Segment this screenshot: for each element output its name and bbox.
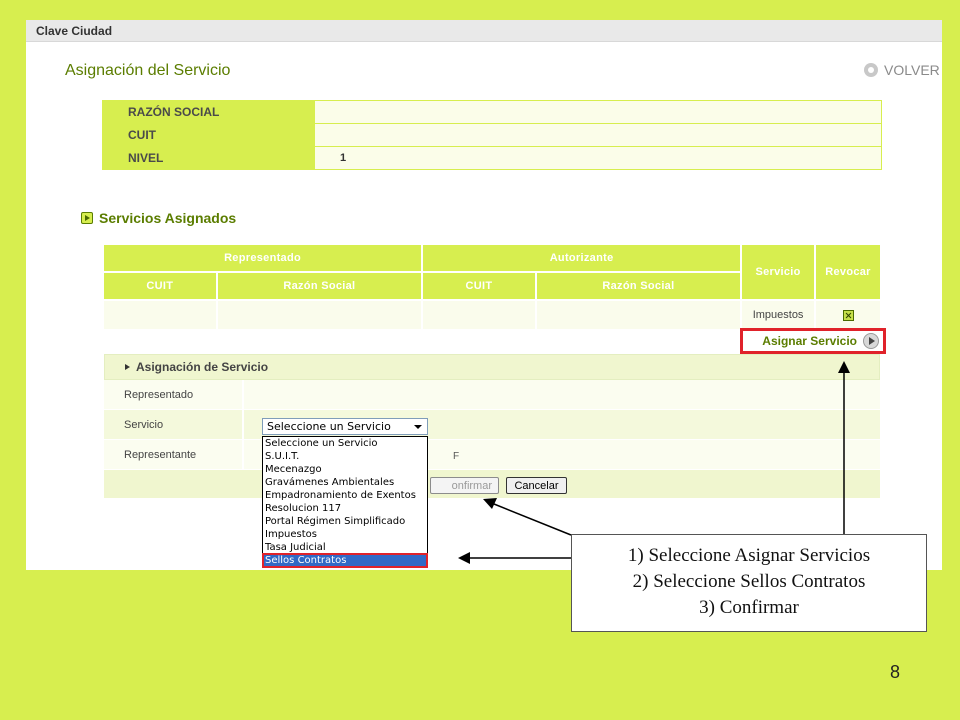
- back-button[interactable]: VOLVER: [864, 62, 940, 78]
- revoke-x-icon[interactable]: [842, 309, 854, 321]
- back-label: VOLVER: [884, 62, 940, 78]
- form-row-representante: Representante: [104, 440, 880, 470]
- col-header-rep-cuit: CUIT: [102, 271, 218, 301]
- dropdown-option[interactable]: Mecenazgo: [263, 463, 427, 476]
- cell-rep-cuit: [102, 299, 218, 331]
- assign-service-label: Asignar Servicio: [762, 334, 857, 348]
- col-header-authorizer: Autorizante: [421, 243, 743, 273]
- col-header-represented: Representado: [101, 243, 424, 273]
- dropdown-option[interactable]: Gravámenes Ambientales: [263, 476, 427, 489]
- instruction-step: 2) Seleccione Sellos Contratos: [632, 571, 866, 592]
- table-header-row: Representado Autorizante Servicio Revoca…: [101, 243, 882, 301]
- col-header-aut-cuit: CUIT: [421, 271, 537, 301]
- instructions-box: 1) Seleccione Asignar Servicios 2) Selec…: [571, 534, 927, 632]
- form-header[interactable]: Asignación de Servicio: [104, 354, 880, 380]
- form-label: Servicio: [104, 410, 244, 439]
- form-row-servicio: Servicio: [104, 410, 880, 440]
- cell-rep-razon: [215, 299, 424, 331]
- representante-value-fragment: F: [453, 451, 460, 462]
- service-select-value: Seleccione un Servicio: [267, 420, 391, 433]
- info-row-cuit: CUIT: [102, 123, 882, 147]
- col-header-rep-razon: Razón Social: [215, 271, 424, 301]
- form-label: Representante: [104, 440, 244, 469]
- form-label: Representado: [104, 380, 244, 409]
- slide-number: 8: [890, 662, 901, 682]
- form-row-representado: Representado: [104, 380, 880, 410]
- info-value: [314, 123, 882, 147]
- instruction-step: 1) Seleccione Asignar Servicios: [627, 545, 871, 566]
- page-title: Asignación del Servicio: [65, 62, 231, 79]
- service-select[interactable]: Seleccione un Servicio: [262, 418, 428, 435]
- expand-triangle-icon: [125, 364, 130, 370]
- info-row-nivel: NIVEL 1: [102, 146, 882, 170]
- back-circle-icon: [864, 63, 878, 77]
- section-label: Servicios Asignados: [99, 210, 237, 226]
- info-value: 1: [314, 146, 882, 170]
- arrow-box-icon: [81, 212, 93, 224]
- dropdown-option[interactable]: Seleccione un Servicio: [263, 437, 427, 450]
- cell-service: Impuestos: [740, 299, 817, 331]
- col-header-aut-razon: Razón Social: [534, 271, 743, 301]
- assigned-services-table: Representado Autorizante Servicio Revoca…: [101, 243, 882, 331]
- confirm-button[interactable]: onfirmar: [430, 477, 499, 494]
- chevron-down-icon: [414, 425, 422, 429]
- info-value: [314, 100, 882, 124]
- dropdown-option[interactable]: Empadronamiento de Exentos: [263, 489, 427, 502]
- service-dropdown-list: Seleccione un Servicio S.U.I.T. Mecenazg…: [262, 436, 428, 568]
- info-row-razon-social: RAZÓN SOCIAL: [102, 100, 882, 124]
- app-header: Clave Ciudad: [26, 20, 942, 42]
- dropdown-option[interactable]: S.U.I.T.: [263, 450, 427, 463]
- section-title-assigned-services: Servicios Asignados: [81, 210, 236, 226]
- info-label: CUIT: [102, 123, 315, 147]
- dropdown-option[interactable]: Tasa Judicial: [263, 541, 427, 554]
- app-title: Clave Ciudad: [36, 24, 113, 38]
- dropdown-option[interactable]: Impuestos: [263, 528, 427, 541]
- info-label: NIVEL: [102, 146, 315, 170]
- table-row: Impuestos: [102, 299, 882, 331]
- assign-service-button[interactable]: Asignar Servicio: [740, 328, 886, 354]
- col-header-service: Servicio: [740, 243, 817, 301]
- col-header-revoke: Revocar: [814, 243, 882, 301]
- play-arrow-icon: [863, 333, 879, 349]
- dropdown-option[interactable]: Portal Régimen Simplificado: [263, 515, 427, 528]
- form-value: [244, 380, 880, 409]
- cell-aut-razon: [534, 299, 743, 331]
- cancel-button[interactable]: Cancelar: [506, 477, 567, 494]
- instruction-step: 3) Confirmar: [699, 597, 799, 618]
- dropdown-option[interactable]: Resolucion 117: [263, 502, 427, 515]
- entity-info-table: RAZÓN SOCIAL CUIT NIVEL 1: [102, 100, 882, 170]
- dropdown-option-selected[interactable]: Sellos Contratos: [262, 553, 428, 568]
- cell-revoke: [814, 299, 882, 331]
- form-header-text: Asignación de Servicio: [136, 360, 269, 374]
- cell-aut-cuit: [421, 299, 537, 331]
- info-label: RAZÓN SOCIAL: [102, 100, 315, 124]
